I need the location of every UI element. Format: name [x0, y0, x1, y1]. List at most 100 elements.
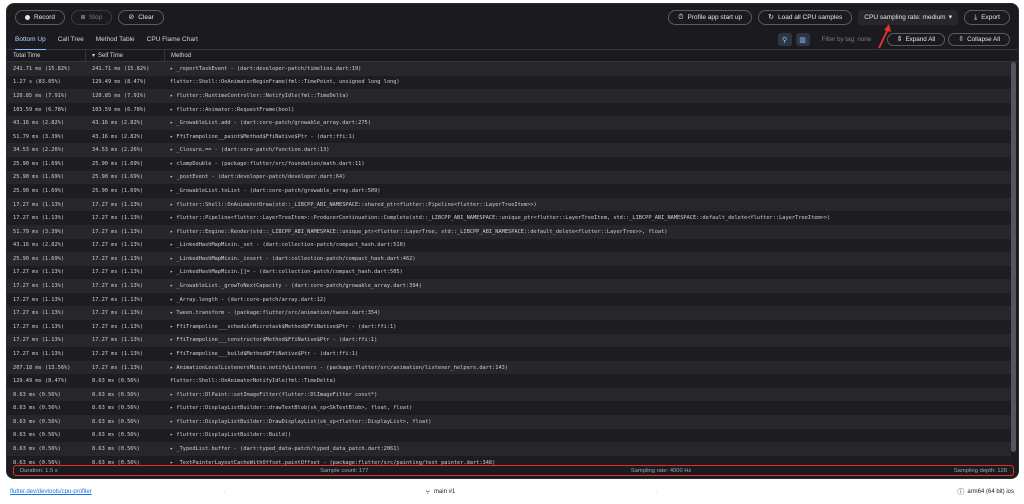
table-row[interactable]: 207.18 ms (13.56%) 17.27 ms (1.13%) ▸ Anim… [7, 360, 1011, 375]
bottom-up-table: 241.71 ms (15.82%) 241.71 ms (15.82%) ▸ _r… [7, 62, 1011, 465]
table-row[interactable]: 8.63 ms (0.56%) 8.63 ms (0.56%) ▸ flutter:… [7, 428, 1011, 443]
table-row[interactable]: 17.27 ms (1.13%) 17.27 ms (1.13%) ▸ FfiTra… [7, 319, 1011, 334]
table-row[interactable]: 8.63 ms (0.56%) 8.63 ms (0.56%) ▸ flutter:… [7, 387, 1011, 402]
table-row[interactable]: 17.27 ms (1.13%) 17.27 ms (1.13%) ▸ FfiTra… [7, 347, 1011, 361]
self-time-cell: 25.90 ms (1.69%) [92, 160, 144, 167]
self-time-cell: 25.90 ms (1.69%) [92, 174, 144, 181]
total-time-cell: 25.90 ms (1.69%) [13, 174, 65, 181]
dropdown-arrow-icon: ▾ [948, 13, 953, 21]
record-button[interactable]: Record [15, 9, 65, 25]
profiler-toolbar: Record Stop ⊘ Clear ⏱ Profile app start … [7, 4, 1018, 30]
clear-button[interactable]: ⊘ Clear [118, 9, 164, 25]
duration-text: Duration: 1.5 s [20, 467, 58, 474]
total-time-cell: 8.63 ms (0.56%) [13, 391, 61, 398]
table-row[interactable]: 17.27 ms (1.13%) 17.27 ms (1.13%) ▸ flutte… [7, 211, 1011, 225]
table-row[interactable]: 8.63 ms (0.56%) 8.63 ms (0.56%) ▸ _TextPai… [7, 455, 1011, 465]
table-row[interactable]: 25.90 ms (1.69%) 25.90 ms (1.69%) ▸ _postE… [7, 170, 1011, 185]
table-row[interactable]: 25.90 ms (1.69%) 17.27 ms (1.13%) ▸ _Linke… [7, 252, 1011, 266]
self-time-cell: 17.27 ms (1.13%) [92, 337, 144, 344]
method-cell: ▸ _LinkedHashMapMixin._set - (dart:colle… [170, 242, 406, 249]
sampling-rate-dropdown[interactable]: CPU sampling rate: medium ▾ [858, 9, 959, 25]
table-row[interactable]: 51.79 ms (3.39%) 17.27 ms (1.13%) ▸ flutte… [7, 224, 1011, 239]
collapse-all-button[interactable]: ⇳ Collapse All [948, 33, 1010, 46]
branch-indicator: ⑂ main #1 [425, 488, 456, 496]
profile-app-startup-button[interactable]: ⏱ Profile app start up [668, 9, 753, 25]
table-row[interactable]: 43.16 ms (2.82%) 43.16 ms (2.82%) ▸ _Growa… [7, 116, 1011, 130]
profile-summary-bar: Duration: 1.5 s Sample count: 177 Sampli… [13, 465, 1014, 476]
tab-cpu-flame-chart[interactable]: CPU Flame Chart [147, 30, 198, 50]
expand-all-button[interactable]: ⇕ Expand All [886, 33, 946, 46]
self-time-cell: 17.27 ms (1.13%) [92, 310, 144, 317]
load-all-cpu-samples-button[interactable]: ↻ Load all CPU samples [758, 9, 853, 25]
column-self-time[interactable]: ▾ Self Time [86, 49, 165, 62]
self-time-cell: 17.27 ms (1.13%) [92, 201, 144, 208]
table-row[interactable]: 51.79 ms (3.39%) 43.16 ms (2.82%) ▸ FfiTra… [7, 129, 1011, 144]
total-time-cell: 17.27 ms (1.13%) [13, 215, 65, 222]
self-time-cell: 17.27 ms (1.13%) [92, 255, 144, 262]
cpu-profiler-docs-link[interactable]: flutter.dev/devtools/cpu-profiler [10, 489, 92, 495]
self-time-cell: 17.27 ms (1.13%) [92, 296, 144, 303]
method-cell: ▸ flutter::Animator::RequestFrame(bool) [170, 106, 295, 113]
table-row[interactable]: 1.27 s (83.05%) 129.49 ms (8.47%) flutter… [7, 75, 1011, 90]
total-time-cell: 25.90 ms (1.69%) [13, 255, 65, 262]
total-time-cell: 120.85 ms (7.91%) [13, 92, 68, 99]
self-time-cell: 17.27 ms (1.13%) [92, 323, 144, 330]
method-cell: ▸ _reportTaskEvent - (dart:developer-pat… [170, 65, 362, 72]
total-time-cell: 34.53 ms (2.26%) [13, 147, 65, 154]
table-row[interactable]: 17.27 ms (1.13%) 17.27 ms (1.13%) ▸ Tween.… [7, 306, 1011, 320]
table-row[interactable]: 120.85 ms (7.91%) 120.85 ms (7.91%) ▸ flut… [7, 89, 1011, 103]
table-row[interactable]: 17.27 ms (1.13%) 17.27 ms (1.13%) ▸ flutte… [7, 197, 1011, 212]
self-time-cell: 120.85 ms (7.91%) [92, 92, 147, 99]
bar-chart-icon[interactable]: ▥ [795, 33, 810, 46]
self-time-cell: 17.27 ms (1.13%) [92, 215, 144, 222]
stop-button[interactable]: Stop [70, 9, 113, 25]
vertical-scrollbar[interactable] [1011, 62, 1016, 452]
total-time-cell: 17.27 ms (1.13%) [13, 283, 65, 290]
total-time-cell: 17.27 ms (1.13%) [13, 323, 65, 330]
table-row[interactable]: 17.27 ms (1.13%) 17.27 ms (1.13%) ▸ _Linke… [7, 265, 1011, 280]
tab-method-table[interactable]: Method Table [96, 30, 135, 50]
total-time-cell: 17.27 ms (1.13%) [13, 269, 65, 276]
tab-bottom-up[interactable]: Bottom Up [15, 30, 46, 50]
table-row[interactable]: 34.53 ms (2.26%) 34.53 ms (2.26%) ▸ _Closu… [7, 143, 1011, 158]
table-row[interactable]: 17.27 ms (1.13%) 17.27 ms (1.13%) ▸ FfiTra… [7, 333, 1011, 348]
table-row[interactable]: 241.71 ms (15.82%) 241.71 ms (15.82%) ▸ _r… [7, 62, 1011, 76]
total-time-cell: 17.27 ms (1.13%) [13, 201, 65, 208]
method-cell: flutter::Shell::OnAnimatorNotifyIdle(fml… [170, 378, 336, 385]
table-row[interactable]: 17.27 ms (1.13%) 17.27 ms (1.13%) ▸ _Array… [7, 292, 1011, 307]
table-row[interactable]: 129.49 ms (8.47%) 8.63 ms (0.56%) flutter… [7, 374, 1011, 388]
table-row[interactable]: 25.90 ms (1.69%) 25.90 ms (1.69%) ▸ clampD… [7, 157, 1011, 171]
column-total-time[interactable]: Total Time [7, 49, 86, 62]
sample-count-text: Sample count: 177 [320, 467, 369, 474]
method-cell: ▸ flutter::Pipeline<flutter::LayerTreeIt… [170, 215, 831, 222]
total-time-cell: 17.27 ms (1.13%) [13, 337, 65, 344]
total-time-cell: 241.71 ms (15.82%) [13, 65, 71, 72]
method-cell: ▸ Tween.transform - (package:flutter/src… [170, 310, 381, 317]
method-cell: ▸ flutter::DisplayListBuilder::DrawDispl… [170, 418, 432, 425]
table-row[interactable]: 103.59 ms (6.78%) 103.59 ms (6.78%) ▸ flut… [7, 102, 1011, 117]
table-row[interactable]: 43.16 ms (2.82%) 17.27 ms (1.13%) ▸ _Linke… [7, 238, 1011, 253]
tag-filter-input[interactable]: Filter by tag: none [814, 33, 880, 46]
table-row[interactable]: 8.63 ms (0.56%) 8.63 ms (0.56%) ▸ flutter:… [7, 415, 1011, 429]
self-time-cell: 17.27 ms (1.13%) [92, 242, 144, 249]
column-method[interactable]: Method [165, 50, 1018, 62]
method-cell: ▸ clampDouble - (package:flutter/src/fou… [170, 160, 365, 167]
table-row[interactable]: 8.63 ms (0.56%) 8.63 ms (0.56%) ▸ _TypedLi… [7, 442, 1011, 456]
branch-icon: ⑂ [425, 488, 430, 496]
self-time-cell: 43.16 ms (2.82%) [92, 133, 144, 140]
tab-call-tree[interactable]: Call Tree [58, 30, 84, 50]
self-time-cell: 43.16 ms (2.82%) [92, 120, 144, 127]
expand-icon: ⇕ [896, 36, 903, 43]
device-info: ⓘ arm64 (64 bit) ios [957, 488, 1014, 496]
table-row[interactable]: 8.63 ms (0.56%) 8.63 ms (0.56%) ▸ flutter:… [7, 401, 1011, 416]
self-time-cell: 17.27 ms (1.13%) [92, 364, 144, 371]
sampling-rate-text: Sampling rate: 4000 Hz [630, 467, 692, 474]
export-button[interactable]: ⤓ Export [964, 9, 1010, 25]
filter-icon[interactable]: ⚲ [777, 33, 792, 46]
total-time-cell: 207.18 ms (13.56%) [13, 364, 71, 371]
table-row[interactable]: 25.90 ms (1.69%) 25.90 ms (1.69%) ▸ _Growa… [7, 184, 1011, 198]
method-cell: ▸ flutter::DisplayListBuilder::Build() [170, 432, 292, 439]
self-time-cell: 241.71 ms (15.82%) [92, 65, 150, 72]
self-time-cell: 8.63 ms (0.56%) [92, 391, 140, 398]
table-row[interactable]: 17.27 ms (1.13%) 17.27 ms (1.13%) ▸ _Growa… [7, 279, 1011, 293]
